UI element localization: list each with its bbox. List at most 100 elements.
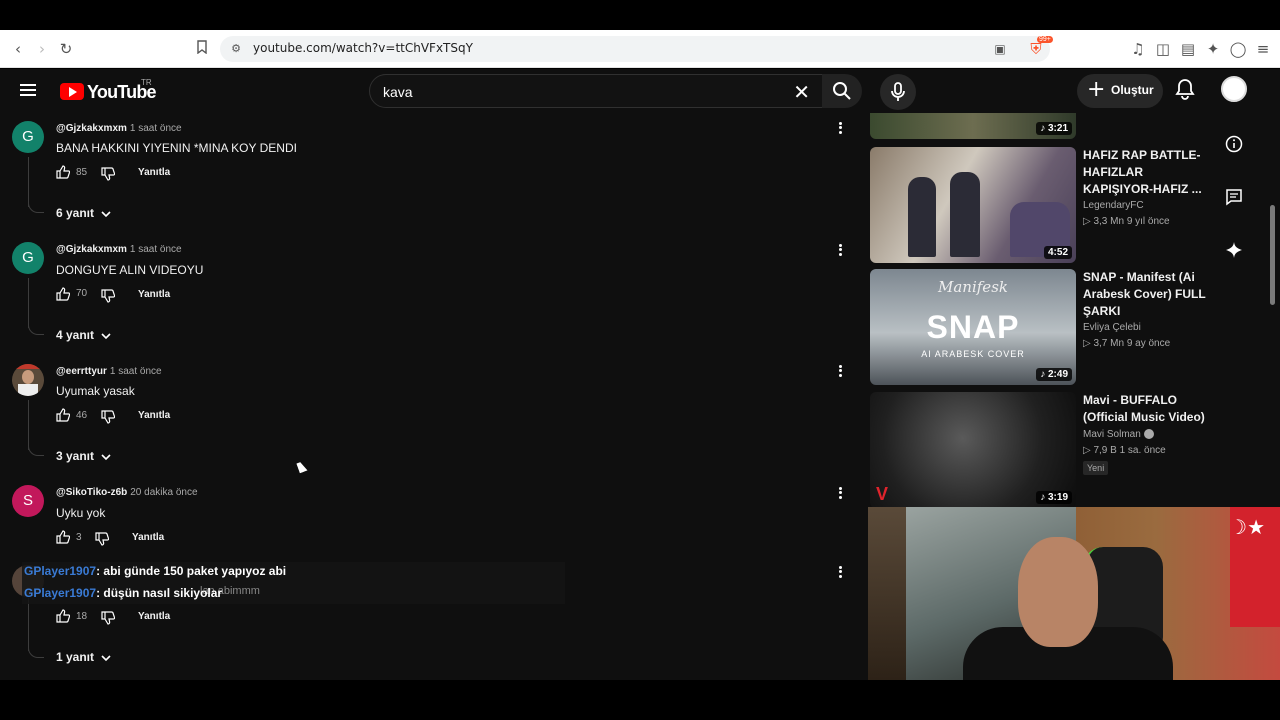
- show-replies-button[interactable]: 3 yanıt: [56, 449, 94, 463]
- youtube-header: YouTube TR kava ✕ + Oluştur: [0, 69, 1280, 113]
- comment-author[interactable]: @Gjzkakxmxm 1 saat önce: [56, 123, 182, 134]
- flag: ☽★: [1229, 507, 1280, 627]
- comment-text: DONGUYE ALIN VIDEOYU: [56, 263, 204, 277]
- comment-menu-icon[interactable]: [836, 242, 844, 258]
- duration-badge: 4:52: [1043, 246, 1072, 259]
- info-icon[interactable]: [1225, 135, 1243, 153]
- like-icon[interactable]: [56, 165, 70, 179]
- reply-button[interactable]: Yanıtla: [138, 167, 170, 178]
- menu-icon[interactable]: ≡: [1253, 39, 1273, 59]
- notifications-bell-icon[interactable]: [1175, 78, 1197, 100]
- vpn-icon[interactable]: ◯: [1228, 39, 1248, 59]
- os-top-bar: [0, 0, 1280, 30]
- reply-button[interactable]: Yanıtla: [132, 532, 164, 543]
- avatar-stripe: [12, 364, 44, 369]
- comment-menu-icon[interactable]: [836, 485, 844, 501]
- thread-curve: [28, 321, 44, 335]
- video-meta: ▷ 3,3 Mn 9 yıl önce: [1083, 216, 1170, 227]
- like-icon[interactable]: [56, 530, 70, 544]
- game-side-panel: [868, 507, 908, 680]
- show-replies-button[interactable]: 4 yanıt: [56, 328, 94, 342]
- video-thumbnail[interactable]: Manifesk SNAP AI ARABESK COVER ♪ 2:49: [870, 269, 1076, 385]
- clear-search-icon[interactable]: ✕: [793, 80, 810, 105]
- commenter-avatar[interactable]: S: [12, 485, 44, 517]
- comment-menu-icon[interactable]: [836, 564, 844, 580]
- leo-ai-icon[interactable]: ✦: [1203, 39, 1223, 59]
- comment-author[interactable]: @eerrttyur 1 saat önce: [56, 366, 162, 377]
- browser-toolbar: ‹ › ↻ ⚙ youtube.com/watch?v=ttChVFxTSqY …: [0, 30, 1280, 68]
- like-icon[interactable]: [56, 408, 70, 422]
- reply-button[interactable]: Yanıtla: [138, 289, 170, 300]
- reply-button[interactable]: Yanıtla: [138, 611, 170, 622]
- show-replies-button[interactable]: 1 yanıt: [56, 650, 94, 664]
- chat-icon[interactable]: [1225, 188, 1243, 206]
- new-badge: Yeni: [1083, 461, 1109, 475]
- address-bar[interactable]: ⚙ youtube.com/watch?v=ttChVFxTSqY ▣: [220, 36, 1050, 62]
- thread-curve: [28, 644, 44, 658]
- video-meta: ▷ 7,9 B 1 sa. önce: [1083, 445, 1166, 456]
- back-icon[interactable]: ‹: [8, 39, 28, 59]
- dislike-icon[interactable]: [101, 410, 115, 424]
- video-title[interactable]: SNAP - Manifest (Ai Arabesk Cover) FULL …: [1083, 269, 1213, 320]
- dislike-icon[interactable]: [101, 289, 115, 303]
- video-thumbnail[interactable]: 4:52: [870, 147, 1076, 263]
- commenter-avatar[interactable]: G: [12, 121, 44, 153]
- video-thumbnail[interactable]: V ♪ 3:19: [870, 392, 1076, 507]
- search-input[interactable]: kava ✕: [369, 74, 823, 108]
- comment-text: Uyku yok: [56, 506, 106, 520]
- cast-icon[interactable]: ▣: [990, 39, 1010, 59]
- video-thumbnail[interactable]: ♪ 3:21: [870, 113, 1076, 139]
- site-settings-icon[interactable]: ⚙: [226, 39, 246, 59]
- account-avatar[interactable]: [1221, 76, 1247, 102]
- channel-name[interactable]: Mavi Solman: [1083, 429, 1154, 440]
- video-title[interactable]: Mavi - BUFFALO (Official Music Video): [1083, 392, 1213, 426]
- like-icon[interactable]: [56, 609, 70, 623]
- show-replies-button[interactable]: 6 yanıt: [56, 206, 94, 220]
- create-label: Oluştur: [1111, 83, 1154, 97]
- guide-menu-icon[interactable]: [20, 81, 40, 101]
- chevron-down-icon[interactable]: [101, 452, 111, 462]
- dislike-icon[interactable]: [101, 611, 115, 625]
- thumb-title-text: SNAP: [926, 309, 1020, 345]
- sidebar-toggle-icon[interactable]: ◫: [1153, 39, 1173, 59]
- sparkle-icon[interactable]: [1225, 241, 1243, 259]
- like-count: 18: [76, 611, 88, 622]
- reload-icon[interactable]: ↻: [56, 39, 76, 59]
- forward-icon[interactable]: ›: [32, 39, 52, 59]
- chevron-down-icon[interactable]: [101, 331, 111, 341]
- dislike-icon[interactable]: [101, 167, 115, 181]
- page-scrollbar[interactable]: [1270, 205, 1275, 305]
- streamer-head: [1018, 537, 1098, 647]
- streamer-webcam: ☽★: [868, 507, 1280, 680]
- create-button[interactable]: + Oluştur: [1077, 74, 1163, 108]
- reply-button[interactable]: Yanıtla: [138, 410, 170, 421]
- avatar-face: [22, 370, 34, 384]
- video-title[interactable]: HAFIZ RAP BATTLE-HAFIZLAR KAPIŞIYOR-HAFI…: [1083, 147, 1213, 198]
- voice-search-button[interactable]: [880, 74, 916, 110]
- comment-author[interactable]: @Gjzkakxmxm 1 saat önce: [56, 244, 182, 255]
- channel-name[interactable]: Evliya Çelebi: [1083, 322, 1141, 333]
- like-icon[interactable]: [56, 287, 70, 301]
- search-button[interactable]: [822, 74, 862, 108]
- comment-menu-icon[interactable]: [836, 363, 844, 379]
- music-icon[interactable]: ♫: [1128, 39, 1148, 59]
- avatar-shirt: [18, 384, 38, 396]
- video-meta: ▷ 3,7 Mn 9 ay önce: [1083, 338, 1171, 349]
- chat-message: GPlayer1907: düşün nasıl sikiyolar: [24, 586, 223, 600]
- comment-text: BANA HAKKINI YIYENIN *MINA KOY DENDI: [56, 141, 297, 155]
- comment-author[interactable]: @SikoTiko-z6b 20 dakika önce: [56, 487, 198, 498]
- bookmark-icon[interactable]: [192, 39, 212, 59]
- thumb-script-text: Manifesk: [938, 278, 1008, 296]
- comment-menu-icon[interactable]: [836, 120, 844, 136]
- wallet-icon[interactable]: ▤: [1178, 39, 1198, 59]
- chat-message: GPlayer1907: abi günde 150 paket yapıyoz…: [24, 564, 287, 578]
- dislike-icon[interactable]: [95, 532, 109, 546]
- thumb-figure: [950, 172, 980, 257]
- commenter-avatar[interactable]: [12, 364, 44, 396]
- right-action-rail: [1218, 113, 1280, 507]
- channel-name[interactable]: LegendaryFC: [1083, 200, 1144, 211]
- commenter-avatar[interactable]: G: [12, 242, 44, 274]
- chevron-down-icon[interactable]: [101, 209, 111, 219]
- duration-badge: ♪ 2:49: [1036, 368, 1072, 381]
- chevron-down-icon[interactable]: [101, 653, 111, 663]
